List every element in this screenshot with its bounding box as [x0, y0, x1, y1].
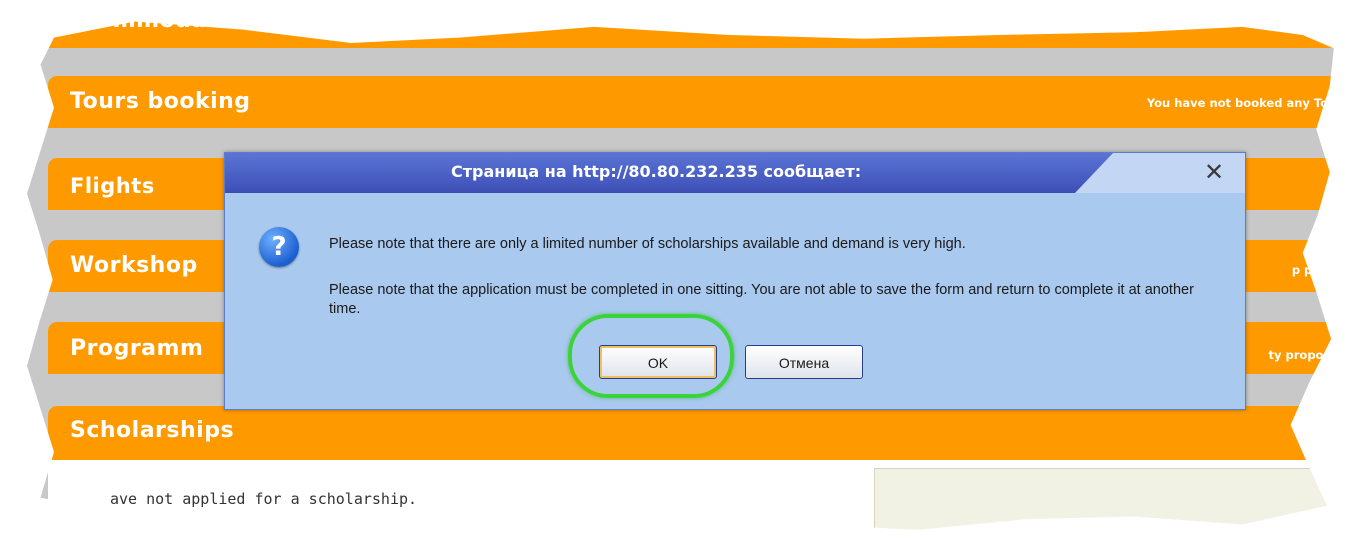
dialog-title: Страница на http://80.80.232.235 сообщае… — [451, 162, 862, 181]
section-scholarships-bar[interactable]: Scholarships — [48, 406, 1334, 460]
dialog-message-limited: Please note that there are only a limite… — [329, 236, 966, 252]
section-tours-status: You have not booked any Tour — [1146, 96, 1342, 110]
section-scholarships-title: Scholarships — [70, 418, 235, 443]
dialog-message-one-sitting: Please note that the application must be… — [329, 282, 1194, 317]
question-icon: ? — [259, 227, 299, 267]
scholarships-panel: ave not applied for a scholarship. opene… — [48, 460, 1334, 539]
section-workshop-status: p propo — [1291, 263, 1342, 277]
scholarship-status-text: ave not applied for a scholarship. — [110, 490, 418, 508]
section-programme-status: ty proposal — [1268, 348, 1342, 362]
cancel-button[interactable]: Отмена — [745, 345, 863, 379]
dialog-titlebar[interactable]: Страница на http://80.80.232.235 сообщае… — [225, 153, 1245, 193]
section-workshop-title: Workshop — [70, 253, 198, 278]
section-accommodation-title: ccommodatio — [70, 8, 242, 33]
scholarship-status-box — [874, 468, 1334, 530]
page-background: ccommodatio Tours booking You have not b… — [27, 8, 1342, 539]
section-accommodation-bar[interactable]: ccommodatio — [48, 8, 1334, 48]
section-tours-title: Tours booking — [70, 89, 251, 114]
opened-text: opened. — [378, 524, 433, 539]
ok-button-highlight — [568, 314, 734, 398]
section-programme-title: Programm — [70, 336, 204, 361]
confirm-dialog: Страница на http://80.80.232.235 сообщае… — [224, 152, 1246, 410]
close-icon[interactable]: ✕ — [1201, 159, 1227, 185]
section-tours-bar[interactable]: Tours booking You have not booked any To… — [48, 76, 1342, 128]
section-flights-title: Flights — [70, 174, 155, 198]
